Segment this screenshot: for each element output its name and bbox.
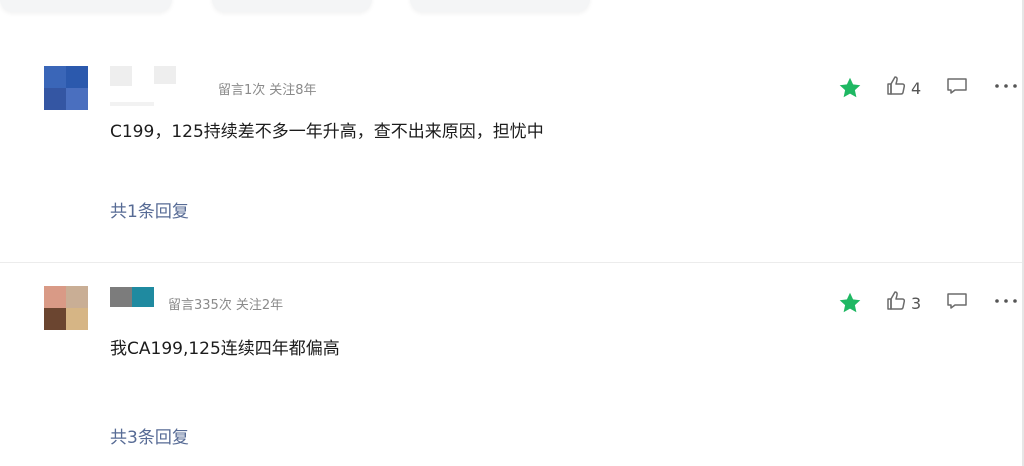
like-button[interactable]: 3 [884, 289, 921, 317]
view-replies-link[interactable]: 共1条回复 [110, 197, 189, 222]
star-icon[interactable] [838, 76, 862, 100]
follow-duration: 关注8年 [269, 83, 317, 98]
post-count: 留言1次 [218, 83, 266, 98]
top-pill[interactable] [212, 0, 372, 12]
avatar[interactable] [44, 66, 88, 110]
more-dots-icon[interactable] [993, 289, 1019, 317]
star-icon[interactable] [838, 291, 862, 315]
comment-icon[interactable] [945, 289, 969, 317]
comment-meta: 留言335次 关注2年 [168, 294, 283, 313]
username-blurred[interactable] [110, 287, 160, 307]
post-count: 留言335次 [168, 298, 232, 313]
thumbs-up-icon [884, 289, 908, 317]
follow-duration: 关注2年 [235, 298, 284, 313]
like-count: 4 [911, 78, 922, 98]
top-pill[interactable] [0, 0, 172, 12]
more-dots-icon[interactable] [993, 74, 1019, 102]
comment-icon[interactable] [945, 74, 969, 102]
like-count: 3 [911, 293, 922, 313]
comment-content: 我CA199,125连续四年都偏高 [110, 339, 340, 359]
divider [0, 262, 1024, 263]
comment-content: C199，125持续差不多一年升高，查不出来原因，担忧中 [110, 122, 544, 142]
like-button[interactable]: 4 [884, 74, 921, 102]
avatar[interactable] [44, 286, 88, 330]
comment-actions: 3 [838, 291, 1019, 315]
thumbs-up-icon [884, 74, 908, 102]
comment-actions: 4 [838, 76, 1019, 100]
comment-meta: 留言1次 关注8年 [218, 79, 317, 98]
view-replies-link[interactable]: 共3条回复 [110, 423, 189, 448]
top-tabs-partial [0, 0, 1024, 30]
top-pill[interactable] [410, 0, 590, 12]
username-blurred[interactable] [110, 66, 200, 106]
